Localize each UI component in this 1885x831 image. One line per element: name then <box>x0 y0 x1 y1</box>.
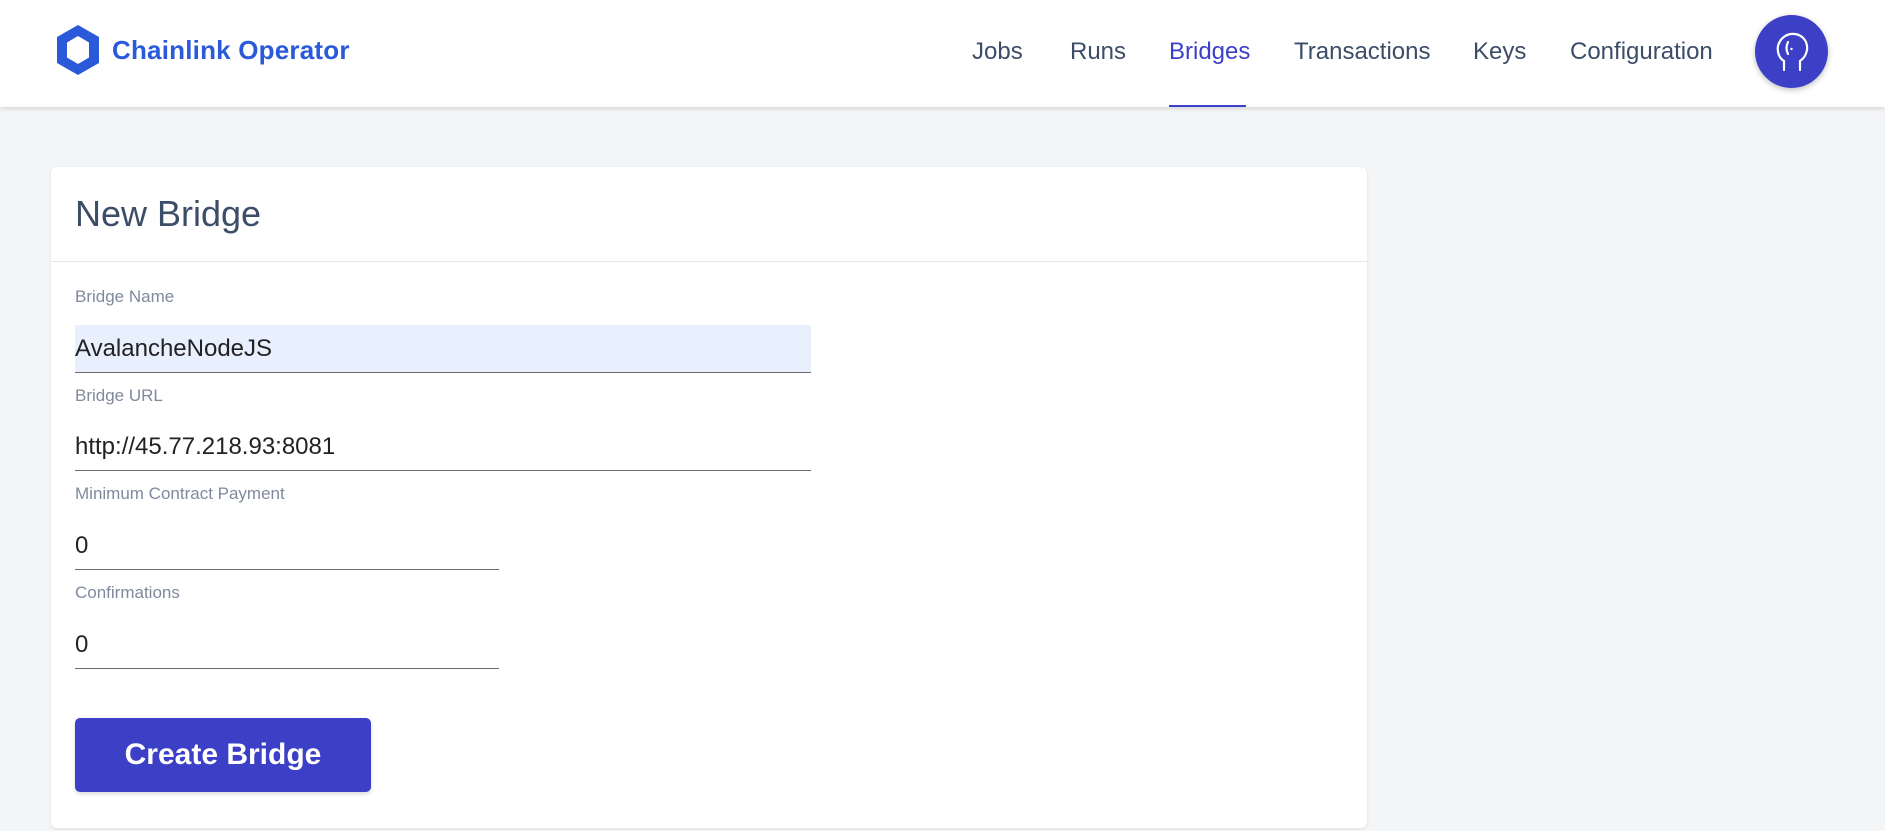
confirmations-label: Confirmations <box>75 583 180 602</box>
confirmations-input[interactable] <box>75 621 499 669</box>
bridge-url-label: Bridge URL <box>75 386 163 405</box>
nav-item-bridges[interactable]: Bridges <box>1169 38 1250 66</box>
min-contract-payment-label: Minimum Contract Payment <box>75 484 285 503</box>
nav-item-configuration[interactable]: Configuration <box>1570 38 1713 66</box>
nav-item-transactions[interactable]: Transactions <box>1294 38 1431 66</box>
nav-item-keys[interactable]: Keys <box>1473 38 1526 66</box>
user-avatar-button[interactable] <box>1755 15 1828 88</box>
create-bridge-button[interactable]: Create Bridge <box>75 718 371 792</box>
new-bridge-card: New Bridge Bridge Name Bridge URL Minimu… <box>51 167 1367 828</box>
nav-item-jobs[interactable]: Jobs <box>972 38 1023 66</box>
page-title: New Bridge <box>75 193 262 234</box>
chainlink-hexagon-icon <box>57 25 99 75</box>
brand-name: Chainlink Operator <box>112 34 350 65</box>
card-divider <box>51 261 1367 262</box>
user-head-icon <box>1776 32 1808 71</box>
bridge-name-label: Bridge Name <box>75 287 175 306</box>
bridge-name-input[interactable] <box>75 325 811 373</box>
bridge-url-input[interactable] <box>75 423 811 471</box>
top-navigation-bar: Chainlink Operator Jobs Runs Bridges Tra… <box>0 0 1885 107</box>
brand-logo-link[interactable]: Chainlink Operator <box>54 23 350 77</box>
nav-item-runs[interactable]: Runs <box>1070 38 1126 66</box>
active-tab-indicator <box>1169 105 1246 107</box>
min-contract-payment-input[interactable] <box>75 522 499 570</box>
